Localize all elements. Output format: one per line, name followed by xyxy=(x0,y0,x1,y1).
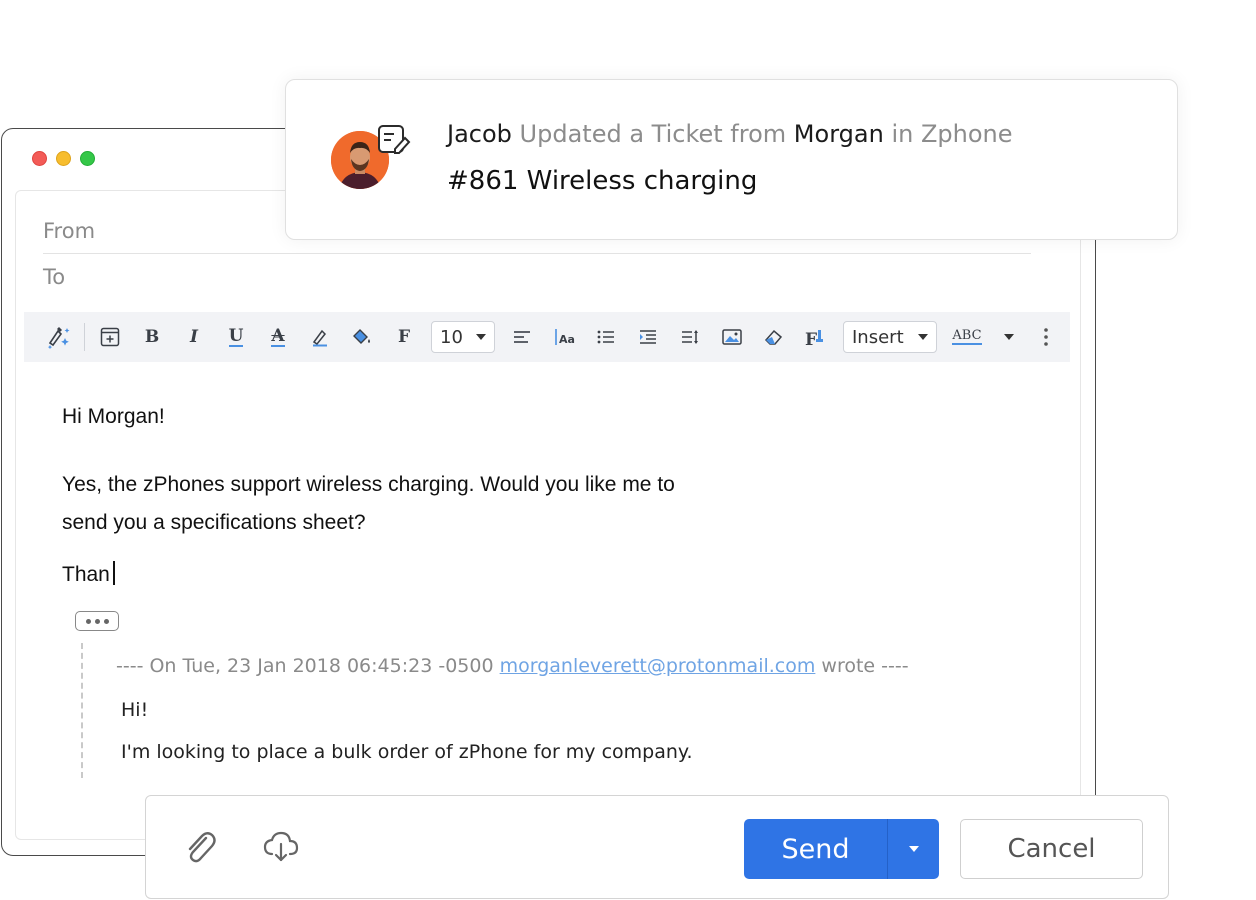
highlight-icon[interactable] xyxy=(341,312,383,362)
spellcheck-label: ABC xyxy=(952,328,982,345)
image-icon[interactable] xyxy=(711,312,753,362)
notification-action: Updated a Ticket from xyxy=(519,120,787,148)
quote-header: ---- On Tue, 23 Jan 2018 06:45:23 -0500 … xyxy=(116,655,1031,677)
ellipsis-dot-icon xyxy=(85,618,91,624)
ticket-notification[interactable]: Jacob Updated a Ticket from Morgan in Zp… xyxy=(285,79,1178,240)
bullet-list-icon[interactable] xyxy=(585,312,627,362)
compose-panel: From To B I U A F 10 Aa F Insert ABC Hi … xyxy=(15,190,1081,840)
quote-wrote: wrote ---- xyxy=(821,655,909,677)
chevron-down-icon xyxy=(1004,334,1014,340)
insert-label: Insert xyxy=(852,326,904,348)
customer-name: Morgan xyxy=(793,120,884,148)
chevron-down-icon xyxy=(476,334,486,340)
quote-line: Hi! xyxy=(121,699,149,721)
line-spacing-icon[interactable] xyxy=(669,312,711,362)
actor-name: Jacob xyxy=(447,120,512,148)
ellipsis-dot-icon xyxy=(103,618,109,624)
template-icon[interactable] xyxy=(89,312,131,362)
from-label: From xyxy=(43,219,96,243)
spellcheck-dropdown[interactable] xyxy=(991,312,1021,362)
maximize-window-button[interactable] xyxy=(80,151,95,166)
svg-text:F: F xyxy=(805,330,817,347)
to-field[interactable]: To xyxy=(43,265,1031,295)
chevron-down-icon xyxy=(918,334,928,340)
font-family-icon[interactable]: F xyxy=(383,312,425,362)
eraser-icon[interactable] xyxy=(753,312,795,362)
notification-summary: Jacob Updated a Ticket from Morgan in Zp… xyxy=(447,120,1013,148)
svg-text:Aa: Aa xyxy=(559,333,575,346)
font-size-select[interactable]: 10 xyxy=(431,321,495,353)
bold-icon[interactable]: B xyxy=(131,312,173,362)
sender-email-link[interactable]: morganleverett@protonmail.com xyxy=(500,655,816,677)
compose-footer: Send Cancel xyxy=(145,795,1169,899)
underline-icon[interactable]: U xyxy=(215,312,257,362)
italic-icon[interactable]: I xyxy=(173,312,215,362)
cancel-button[interactable]: Cancel xyxy=(960,819,1143,879)
ticket-title: #861 Wireless charging xyxy=(447,166,758,196)
message-body[interactable]: Hi Morgan! Yes, the zPhones support wire… xyxy=(62,398,1022,594)
chevron-down-icon xyxy=(908,846,919,852)
send-button-group: Send xyxy=(744,819,939,879)
text-case-icon[interactable]: Aa xyxy=(543,312,585,362)
typing-text: Than xyxy=(62,563,110,586)
more-options-icon[interactable] xyxy=(1025,312,1067,362)
quote-date: ---- On Tue, 23 Jan 2018 06:45:23 -0500 xyxy=(116,655,494,677)
font-color-icon[interactable] xyxy=(299,312,341,362)
ticket-edit-icon xyxy=(377,124,411,161)
close-window-button[interactable] xyxy=(32,151,47,166)
show-quoted-button[interactable] xyxy=(75,611,119,631)
spellcheck-icon[interactable]: ABC xyxy=(943,312,991,362)
indent-icon[interactable] xyxy=(627,312,669,362)
formatting-toolbar: B I U A F 10 Aa F Insert ABC xyxy=(24,312,1070,362)
body-line: send you a specifications sheet? xyxy=(62,511,366,534)
font-size-value: 10 xyxy=(440,326,463,348)
body-typing-line: Than xyxy=(62,556,1022,594)
align-left-icon[interactable] xyxy=(501,312,543,362)
window-controls xyxy=(32,151,95,166)
format-painter-icon[interactable]: F xyxy=(795,312,837,362)
minimize-window-button[interactable] xyxy=(56,151,71,166)
send-options-button[interactable] xyxy=(887,819,939,879)
strikethrough-icon[interactable]: A xyxy=(257,312,299,362)
product-label: in Zphone xyxy=(891,120,1013,148)
quoted-message: ---- On Tue, 23 Jan 2018 06:45:23 -0500 … xyxy=(81,643,1031,778)
toolbar-separator xyxy=(84,323,85,351)
ellipsis-dot-icon xyxy=(94,618,100,624)
send-button[interactable]: Send xyxy=(744,819,887,879)
quote-line: I'm looking to place a bulk order of zPh… xyxy=(121,741,693,763)
cloud-download-icon[interactable] xyxy=(263,830,299,869)
paperclip-icon[interactable] xyxy=(182,830,216,871)
body-greeting: Hi Morgan! xyxy=(62,405,165,428)
insert-dropdown[interactable]: Insert xyxy=(843,321,937,353)
body-line: Yes, the zPhones support wireless chargi… xyxy=(62,473,675,496)
text-cursor xyxy=(112,561,115,585)
to-label: To xyxy=(43,265,66,289)
ai-writer-icon[interactable] xyxy=(38,312,80,362)
